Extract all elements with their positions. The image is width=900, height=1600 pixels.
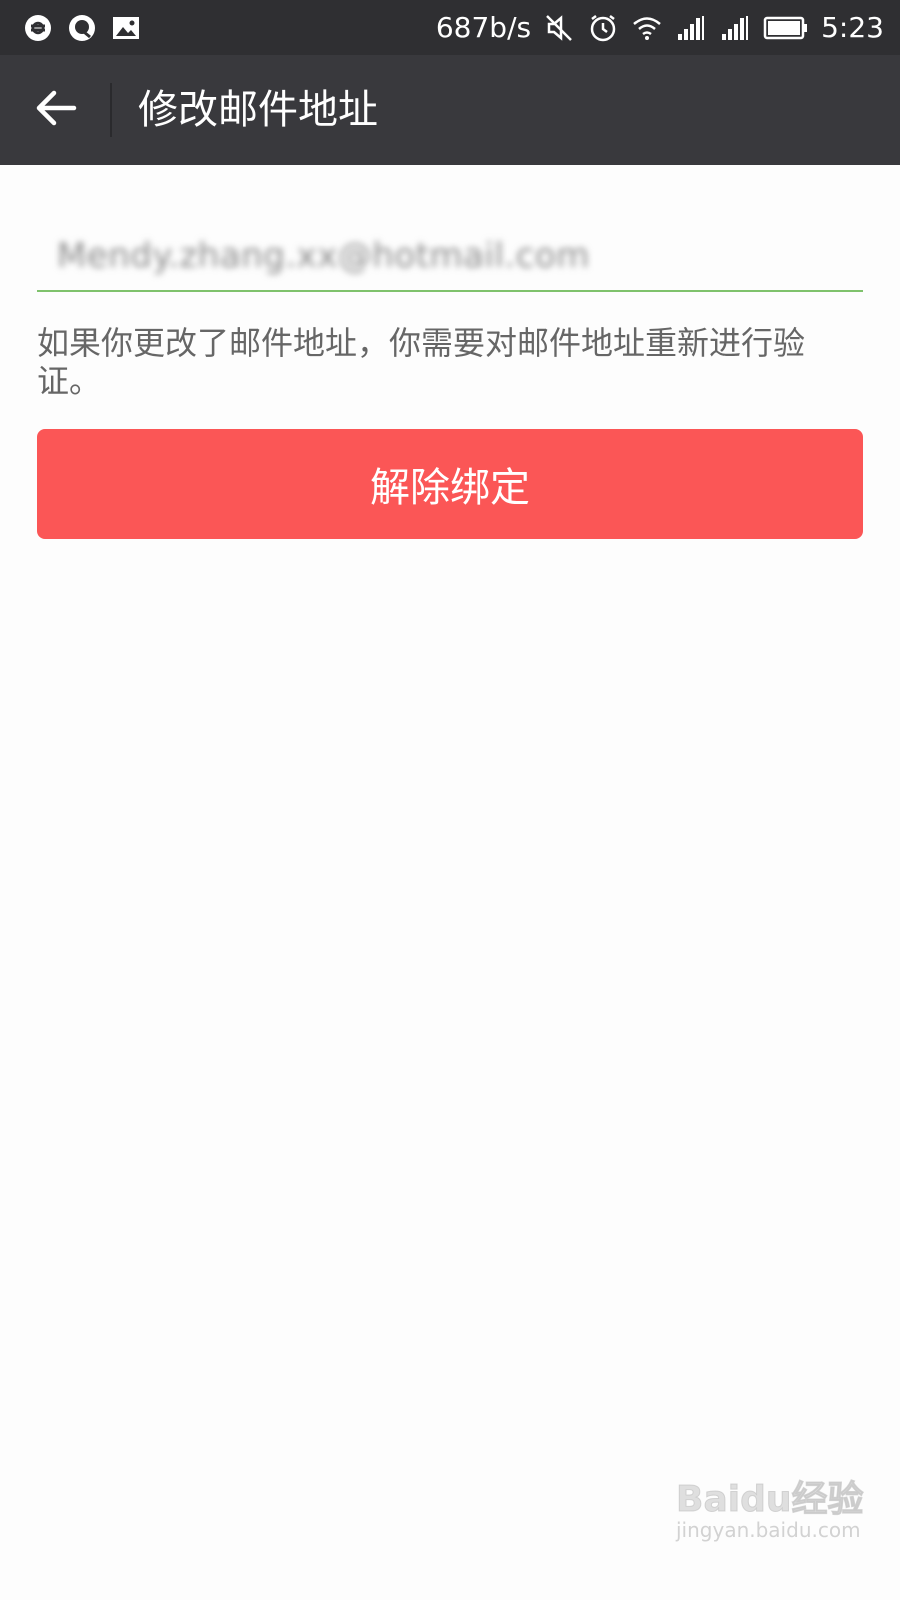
wifi-icon bbox=[631, 12, 663, 44]
battery-icon bbox=[763, 12, 809, 44]
email-field[interactable]: Mendy.zhang.xx@hotmail.com bbox=[37, 222, 863, 292]
back-button[interactable] bbox=[22, 77, 90, 143]
unbind-button[interactable]: 解除绑定 bbox=[37, 429, 863, 539]
watermark-url: jingyan.baidu.com bbox=[676, 1518, 861, 1542]
signal-icon bbox=[675, 12, 707, 44]
screen: 687b/s 5:23 修改邮件地址 Mendy.zhang.xx@hotmai… bbox=[0, 0, 900, 1600]
qq-icon bbox=[66, 12, 98, 44]
action-bar: 修改邮件地址 bbox=[0, 55, 900, 165]
alarm-icon bbox=[587, 12, 619, 44]
network-speed: 687b/s bbox=[435, 11, 532, 44]
status-bar: 687b/s 5:23 bbox=[0, 0, 900, 55]
clock: 5:23 bbox=[821, 11, 884, 44]
header-divider bbox=[110, 83, 112, 137]
notification-icons bbox=[22, 12, 142, 44]
hint-text: 如果你更改了邮件地址，你需要对邮件地址重新进行验证。 bbox=[37, 324, 806, 400]
signal-icon bbox=[719, 12, 751, 44]
page-title: 修改邮件地址 bbox=[138, 87, 378, 133]
email-value: Mendy.zhang.xx@hotmail.com bbox=[57, 236, 590, 276]
image-icon bbox=[110, 12, 142, 44]
watermark: Baidu经验 jingyan.baidu.com bbox=[675, 1470, 863, 1550]
browser-icon bbox=[22, 12, 54, 44]
arrow-left-icon bbox=[34, 88, 78, 132]
unbind-button-label: 解除绑定 bbox=[370, 465, 530, 511]
watermark-brand: Baidu经验 bbox=[675, 1479, 864, 1521]
system-status: 687b/s 5:23 bbox=[436, 8, 884, 48]
mute-icon bbox=[543, 12, 575, 44]
